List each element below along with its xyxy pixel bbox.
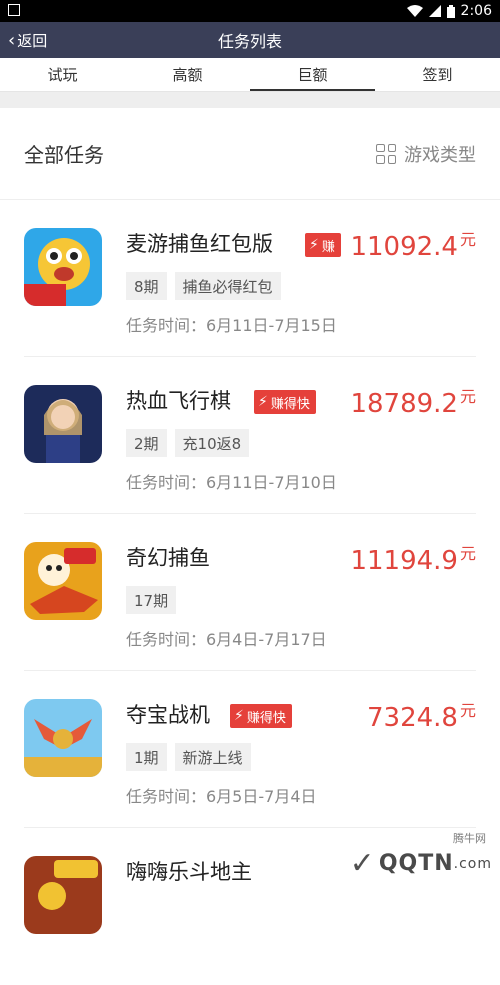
task-time: 任务时间：6月5日-7月4日 bbox=[126, 783, 317, 807]
signal-icon bbox=[429, 5, 441, 17]
tag: 捕鱼必得红包 bbox=[175, 272, 281, 300]
list-item[interactable]: 热血飞行棋 ⚡赚得快 18789.2元 2期 充10返8 任务时间：6月11日-… bbox=[24, 357, 476, 514]
bolt-icon: ⚡ bbox=[309, 237, 319, 253]
watermark-logo-icon: ✓ bbox=[350, 846, 375, 881]
list-item[interactable]: 夺宝战机 ⚡赚得快 7324.8元 1期 新游上线 任务时间：6月5日-7月4日 bbox=[24, 671, 476, 828]
notification-icon bbox=[8, 4, 20, 16]
watermark-site: 腾牛网 bbox=[453, 830, 486, 846]
watermark-suffix: .com bbox=[454, 856, 492, 872]
game-name: 奇幻捕鱼 bbox=[126, 542, 210, 572]
tags: 8期 捕鱼必得红包 bbox=[126, 272, 281, 300]
tag: 1期 bbox=[126, 743, 167, 771]
watermark-text: QQTN bbox=[379, 851, 454, 876]
section-title: 全部任务 bbox=[24, 139, 104, 168]
reward-amount: 7324.8元 bbox=[367, 697, 476, 733]
game-name: 热血飞行棋 bbox=[126, 385, 231, 415]
tag: 2期 bbox=[126, 429, 167, 457]
section-header: 全部任务 游戏类型 bbox=[0, 108, 500, 200]
watermark: 腾牛网 ✓ QQTN .com bbox=[350, 846, 492, 881]
tags: 1期 新游上线 bbox=[126, 743, 251, 771]
game-icon bbox=[24, 856, 102, 934]
back-button[interactable]: ‹ 返回 bbox=[8, 22, 47, 58]
filter-label: 游戏类型 bbox=[404, 141, 476, 167]
tab-huge[interactable]: 巨额 bbox=[250, 58, 375, 91]
earn-fast-badge: ⚡赚得快 bbox=[230, 704, 292, 728]
tag: 新游上线 bbox=[175, 743, 251, 771]
game-icon bbox=[24, 385, 102, 463]
tag: 17期 bbox=[126, 586, 176, 614]
grid-icon bbox=[376, 144, 396, 164]
game-icon bbox=[24, 228, 102, 306]
game-type-filter[interactable]: 游戏类型 bbox=[376, 141, 476, 167]
page-title: 任务列表 bbox=[218, 28, 282, 52]
earn-fast-badge: ⚡赚 bbox=[305, 233, 341, 257]
tab-trial[interactable]: 试玩 bbox=[0, 58, 125, 91]
bolt-icon: ⚡ bbox=[234, 708, 244, 724]
tag: 8期 bbox=[126, 272, 167, 300]
status-bar: 2:06 bbox=[0, 0, 500, 22]
bolt-icon: ⚡ bbox=[258, 394, 268, 410]
game-name: 麦游捕鱼红包版 bbox=[126, 228, 273, 258]
game-name: 嗨嗨乐斗地主 bbox=[126, 856, 252, 886]
earn-fast-badge: ⚡赚得快 bbox=[254, 390, 316, 414]
divider bbox=[0, 92, 500, 108]
tag: 充10返8 bbox=[175, 429, 250, 457]
game-icon bbox=[24, 699, 102, 777]
title-bar: ‹ 返回 任务列表 bbox=[0, 22, 500, 58]
battery-icon bbox=[447, 5, 455, 18]
task-time: 任务时间：6月4日-7月17日 bbox=[126, 626, 327, 650]
back-label: 返回 bbox=[17, 30, 47, 51]
wifi-icon bbox=[407, 5, 423, 17]
task-time: 任务时间：6月11日-7月15日 bbox=[126, 312, 337, 336]
tab-high[interactable]: 高额 bbox=[125, 58, 250, 91]
reward-amount: 11194.9元 bbox=[350, 540, 476, 576]
reward-amount: 18789.2元 bbox=[350, 383, 476, 419]
clock: 2:06 bbox=[461, 3, 492, 19]
task-time: 任务时间：6月11日-7月10日 bbox=[126, 469, 337, 493]
tags: 2期 充10返8 bbox=[126, 429, 249, 457]
chevron-left-icon: ‹ bbox=[8, 30, 15, 51]
list-item[interactable]: 奇幻捕鱼 11194.9元 17期 任务时间：6月4日-7月17日 bbox=[24, 514, 476, 671]
game-name: 夺宝战机 bbox=[126, 699, 210, 729]
tags: 17期 bbox=[126, 586, 176, 614]
reward-amount: 11092.4元 bbox=[350, 226, 476, 262]
game-icon bbox=[24, 542, 102, 620]
list-item[interactable]: 麦游捕鱼红包版 ⚡赚 11092.4元 8期 捕鱼必得红包 任务时间：6月11日… bbox=[24, 200, 476, 357]
tab-bar: 试玩 高额 巨额 签到 bbox=[0, 58, 500, 92]
tab-checkin[interactable]: 签到 bbox=[375, 58, 500, 91]
